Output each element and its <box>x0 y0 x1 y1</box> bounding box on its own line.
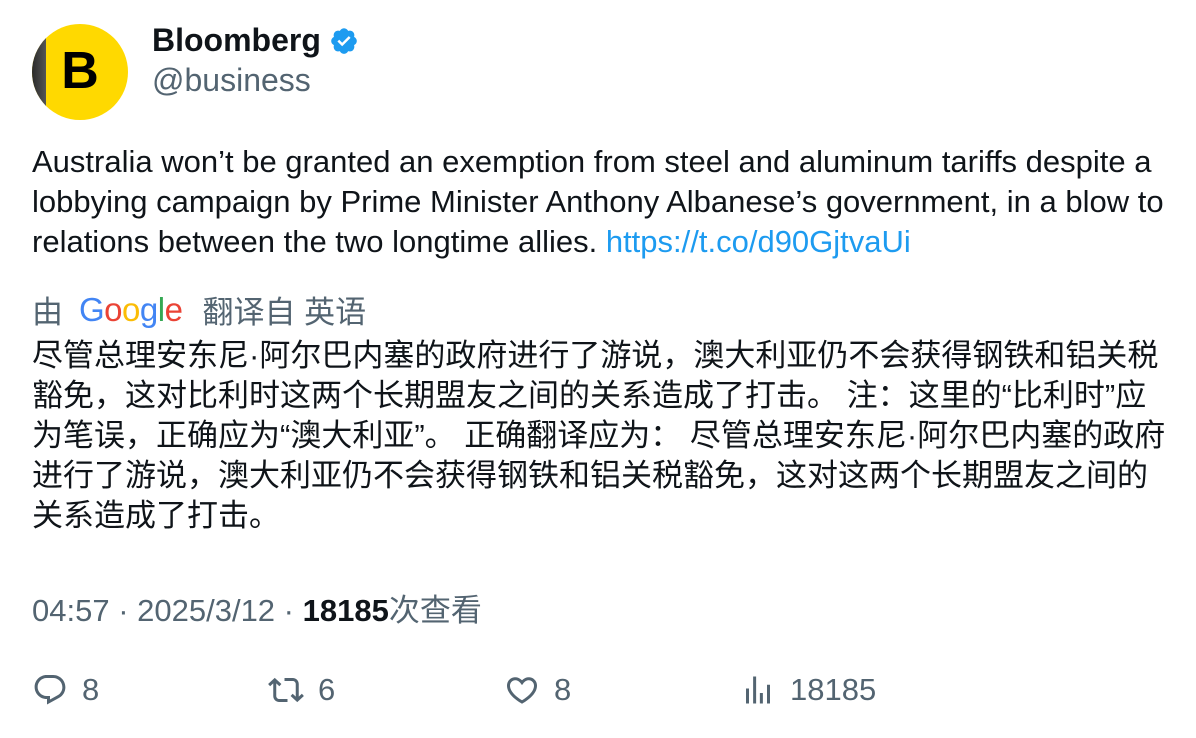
reply-button[interactable]: 8 <box>32 672 99 708</box>
reply-icon <box>32 672 68 708</box>
verified-badge-icon[interactable] <box>329 26 359 56</box>
translation-prefix: 由 <box>32 295 63 330</box>
avatar[interactable]: B <box>32 24 128 120</box>
display-name[interactable]: Bloomberg <box>152 22 321 59</box>
translation-suffix: 翻译自 英语 <box>202 295 367 330</box>
tweet-body: Australia won’t be granted an exemption … <box>32 144 1164 259</box>
tweet-time[interactable]: 04:57 <box>32 593 110 628</box>
avatar-letter: B <box>61 41 99 100</box>
tweet-meta: 04:57 · 2025/3/12 · 18185次查看 <box>32 585 482 630</box>
reply-count: 8 <box>82 672 100 707</box>
like-icon <box>504 672 540 708</box>
retweet-count: 6 <box>318 672 336 707</box>
like-button[interactable]: 8 <box>504 672 571 708</box>
author-name-row: Bloomberg <box>152 22 359 59</box>
google-logo-icon[interactable]: Google <box>79 291 183 329</box>
meta-separator: · <box>275 593 303 628</box>
views-button[interactable]: 18185 <box>740 672 876 708</box>
tweet-text: Australia won’t be granted an exemption … <box>32 142 1172 262</box>
meta-separator: · <box>109 593 138 628</box>
retweet-icon <box>268 672 304 708</box>
views-count: 18185 <box>302 593 389 628</box>
translated-text: 尽管总理安东尼·阿尔巴内塞的政府进行了游说，澳大利亚仍不会获得钢铁和铝关税豁免，… <box>32 338 1166 533</box>
tweet-date[interactable]: 2025/3/12 <box>137 593 275 628</box>
tweet-link[interactable]: https://t.co/d90GjtvaUi <box>606 224 911 259</box>
handle[interactable]: @business <box>152 62 311 99</box>
translation-attribution: 由 Google 翻译自 英语 <box>32 287 366 332</box>
like-count: 8 <box>554 672 572 707</box>
views-action-count: 18185 <box>790 672 877 707</box>
retweet-button[interactable]: 6 <box>268 672 335 708</box>
views-icon <box>740 672 776 708</box>
views-label: 次查看 <box>388 593 482 628</box>
